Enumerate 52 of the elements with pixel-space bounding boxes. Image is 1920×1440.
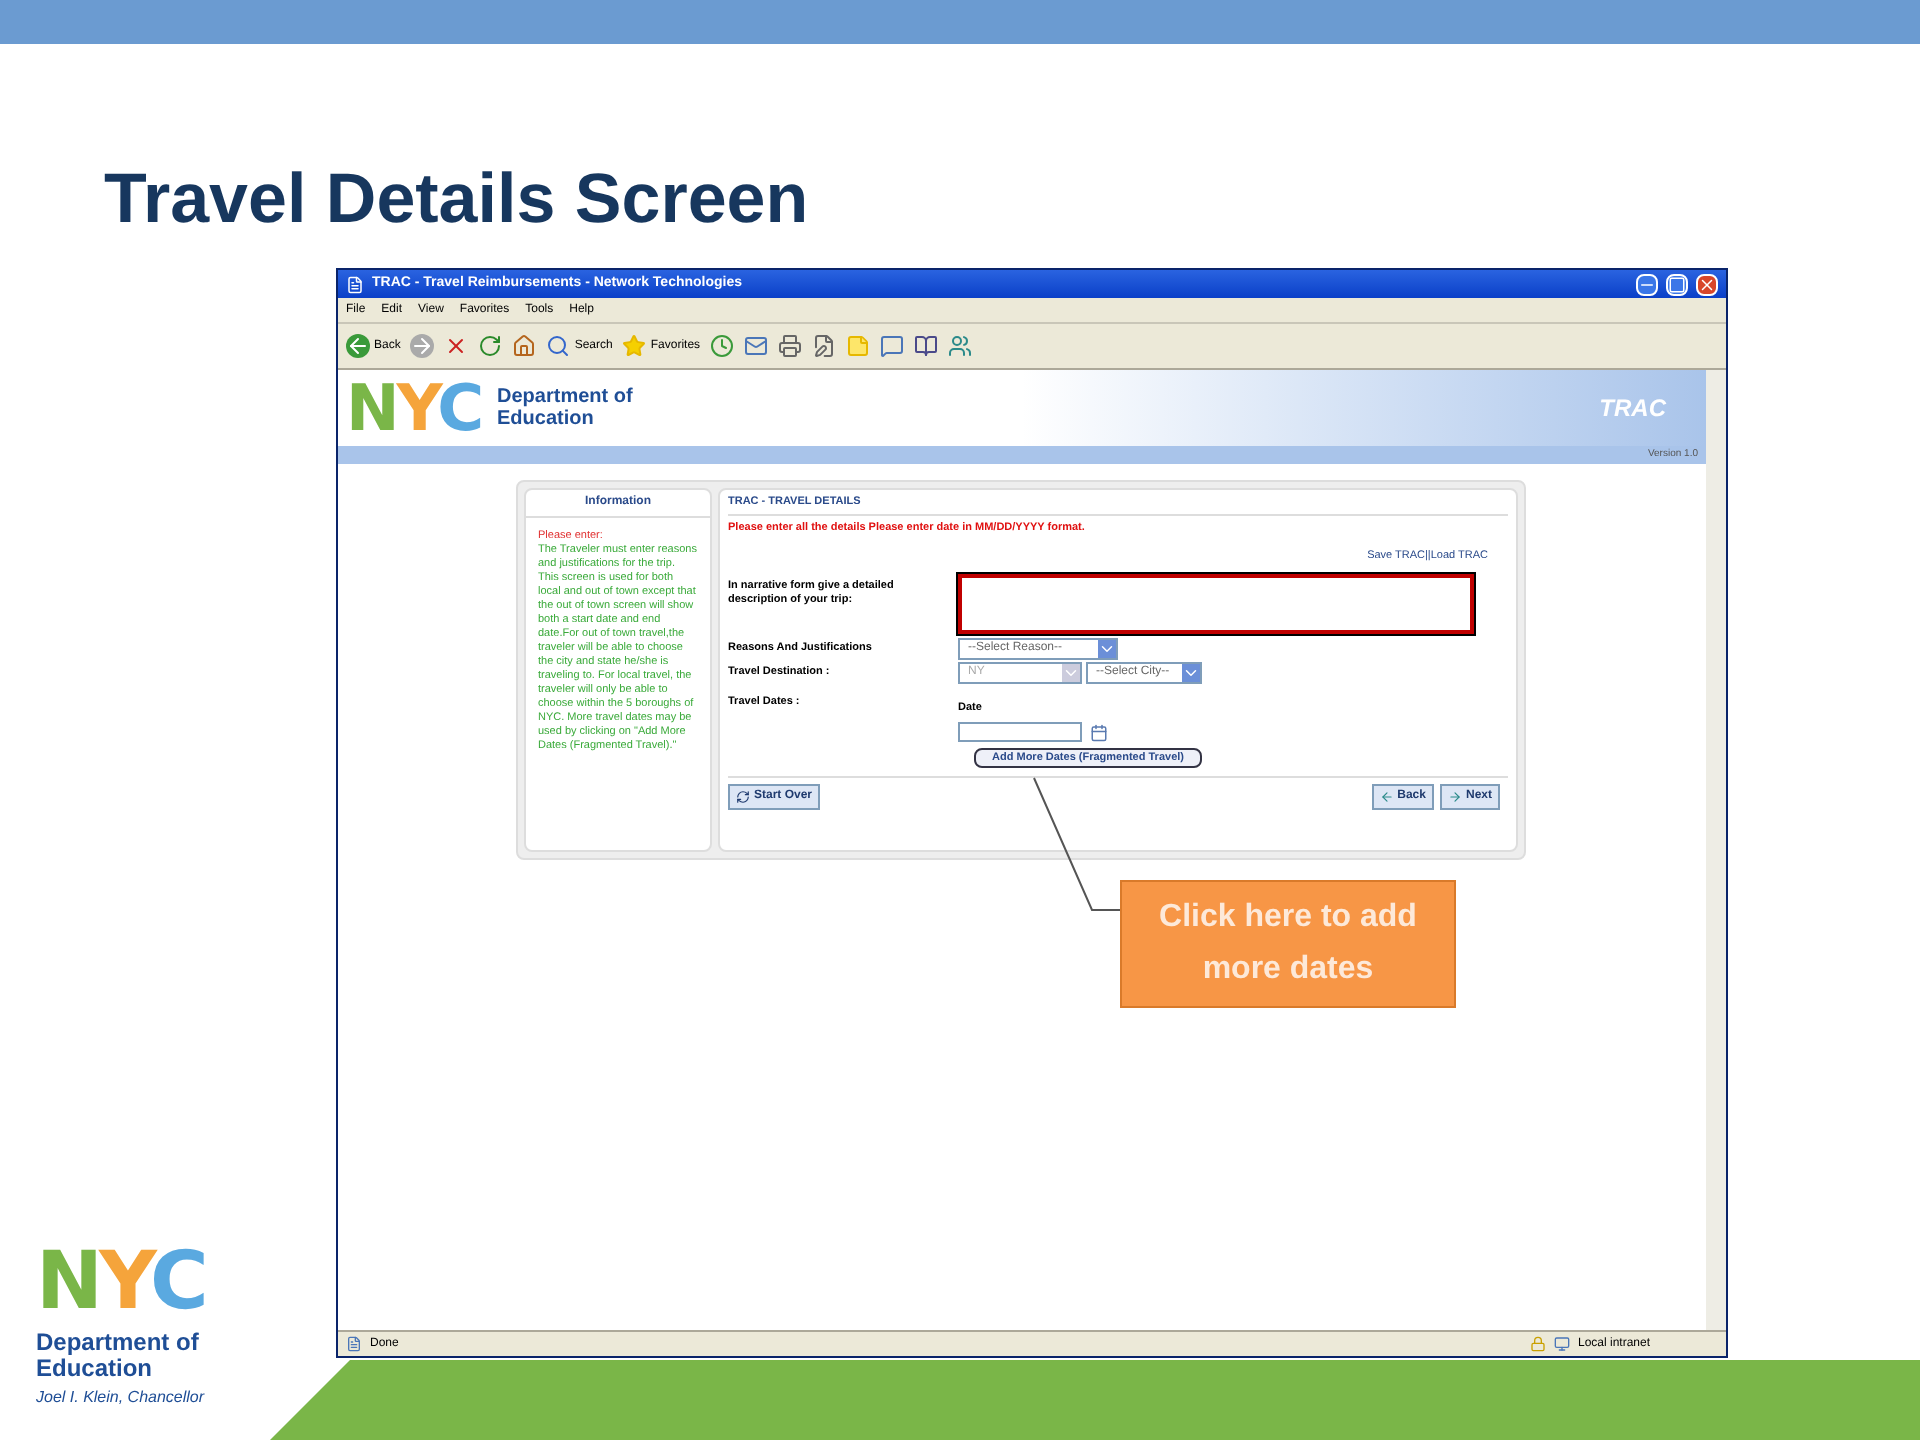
- refresh-icon: [736, 790, 750, 804]
- header-text: Department of: [497, 386, 633, 408]
- calendar-icon[interactable]: [1090, 723, 1108, 741]
- page-icon: [346, 1336, 362, 1352]
- toolbar-button[interactable]: [948, 334, 973, 358]
- history-icon: [710, 334, 735, 358]
- nyc-logo: NYC: [36, 1242, 207, 1322]
- intranet-icon: [1554, 1336, 1570, 1352]
- search-icon: [546, 334, 571, 358]
- page-icon: [346, 275, 364, 293]
- chat-icon: [880, 334, 905, 358]
- star-icon: [622, 334, 647, 358]
- edit-icon: [812, 334, 837, 358]
- toolbar-button[interactable]: [478, 334, 503, 358]
- header-text: Education: [497, 408, 596, 430]
- next-icon: [1447, 790, 1462, 804]
- dropdown-icon: [1098, 639, 1116, 658]
- print-icon: [778, 334, 803, 358]
- mail-icon: [744, 334, 769, 358]
- logo-tagline: Joel I. Klein, Chancellor: [36, 1386, 207, 1410]
- toolbar-button[interactable]: [778, 334, 803, 358]
- description-field[interactable]: [958, 573, 1474, 634]
- book-icon: [914, 334, 939, 358]
- back-icon: [346, 334, 370, 358]
- home-icon: [512, 334, 537, 358]
- lock-icon: [1530, 1336, 1546, 1352]
- refresh-icon: [478, 334, 503, 358]
- slide-title: Travel Details Screen: [104, 160, 811, 240]
- back-icon: [1379, 790, 1394, 804]
- toolbar-button[interactable]: [444, 334, 469, 358]
- maximize-icon[interactable]: [1666, 273, 1688, 295]
- leader-line: [1032, 776, 1124, 916]
- app-name: TRAC: [1599, 392, 1666, 426]
- note-icon: [846, 334, 871, 358]
- toolbar-button[interactable]: [710, 334, 735, 358]
- logo-text: Education: [36, 1356, 153, 1382]
- dropdown-icon: [1062, 663, 1080, 682]
- dropdown-icon: [1182, 663, 1200, 682]
- toolbar-button[interactable]: [512, 334, 537, 358]
- logo-text: Department of: [36, 1330, 201, 1356]
- nyc-logo: NYC: [346, 376, 482, 440]
- forward-icon: [410, 334, 435, 358]
- toolbar-button[interactable]: [744, 334, 769, 358]
- stop-icon: [444, 334, 469, 358]
- people-icon: [948, 334, 973, 358]
- callout-text: Click here to add more dates: [1157, 898, 1419, 990]
- toolbar-button[interactable]: [880, 334, 905, 358]
- toolbar-button[interactable]: [914, 334, 939, 358]
- date-field[interactable]: [958, 722, 1082, 742]
- minimize-icon[interactable]: [1636, 273, 1658, 295]
- toolbar-button[interactable]: [812, 334, 837, 358]
- close-icon[interactable]: [1696, 273, 1718, 295]
